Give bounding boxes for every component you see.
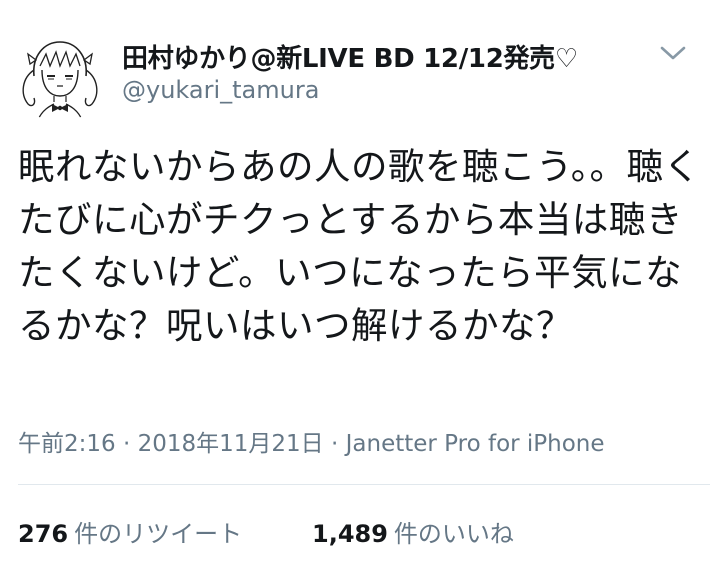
meta-separator: · bbox=[115, 431, 138, 457]
like-label: 件のいいね bbox=[393, 520, 514, 548]
tweet-text: 眠れないからあの人の歌を聴こう。。聴くたびに心がチクっとするから本当は聴きたくな… bbox=[18, 145, 701, 347]
avatar[interactable] bbox=[14, 30, 106, 122]
divider bbox=[18, 484, 710, 485]
likes-stat[interactable]: 1,489 件のいいね bbox=[312, 514, 514, 549]
retweet-label: 件のリツイート bbox=[74, 520, 243, 548]
tweet-date[interactable]: 2018年11月21日 bbox=[138, 431, 324, 457]
tweet-time[interactable]: 午前2:16 bbox=[18, 431, 116, 457]
retweet-count: 276 bbox=[18, 520, 69, 548]
author-handle[interactable]: @yukari_tamura bbox=[122, 76, 319, 104]
like-count: 1,489 bbox=[312, 520, 388, 548]
retweets-stat[interactable]: 276 件のリツイート bbox=[18, 514, 242, 549]
tweet-meta: 午前2:16 · 2018年11月21日 · Janetter Pro for … bbox=[18, 424, 605, 458]
meta-separator: · bbox=[323, 431, 346, 457]
avatar-illustration-icon bbox=[22, 41, 98, 121]
tweet-menu-button[interactable] bbox=[658, 42, 688, 64]
tweet-client-link[interactable]: Janetter Pro for iPhone bbox=[346, 431, 605, 457]
chevron-down-icon bbox=[660, 46, 686, 60]
tweet-detail: 田村ゆかり@新LIVE BD 12/12発売♡ @yukari_tamura 眠… bbox=[0, 0, 710, 573]
author-display-name[interactable]: 田村ゆかり@新LIVE BD 12/12発売♡ bbox=[122, 38, 578, 75]
